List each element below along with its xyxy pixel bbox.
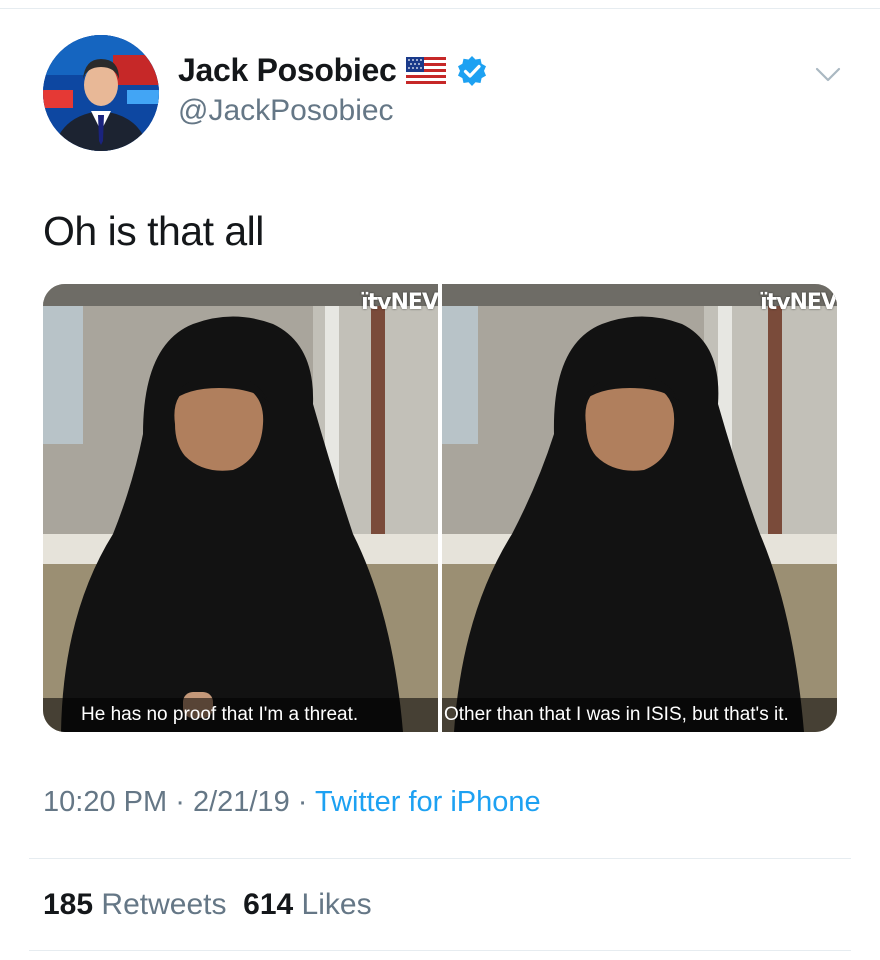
- retweets-stat[interactable]: 185 Retweets: [43, 888, 226, 921]
- top-divider: [0, 8, 880, 9]
- likes-label: Likes: [301, 888, 372, 921]
- divider: [29, 950, 851, 951]
- author-avatar[interactable]: [43, 35, 159, 151]
- video-still-2: [442, 284, 837, 732]
- media-watermark-1: ïtvNEV: [361, 290, 438, 315]
- likes-count: 614: [243, 888, 294, 921]
- media-image-1[interactable]: ïtvNEV He has no proof that I'm a threat…: [43, 284, 438, 732]
- media-image-2[interactable]: ïtvNEV Other than that I was in ISIS, bu…: [442, 284, 837, 732]
- tweet-date[interactable]: 2/21/19: [193, 786, 290, 818]
- retweets-count: 185: [43, 888, 94, 921]
- meta-separator-1: ·: [175, 786, 185, 818]
- verified-badge-icon: [458, 55, 487, 86]
- retweets-label: Retweets: [101, 888, 227, 921]
- author-name-row: Jack Posobiec: [178, 52, 488, 89]
- author-handle[interactable]: @JackPosobiec: [178, 94, 394, 128]
- tweet-text: Oh is that all: [43, 208, 264, 254]
- tweet-time[interactable]: 10:20 PM: [43, 786, 167, 818]
- tweet-stats: 185 Retweets 614 Likes: [43, 888, 372, 922]
- media-caption-1: He has no proof that I'm a threat.: [81, 704, 359, 725]
- meta-separator-2: ·: [297, 786, 308, 818]
- divider: [29, 858, 851, 859]
- video-still-1: [43, 284, 438, 732]
- tweet-meta: 10:20 PM · 2/21/19 · Twitter for iPhone: [43, 786, 541, 819]
- author-display-name[interactable]: Jack Posobiec: [178, 52, 397, 89]
- likes-stat[interactable]: 614 Likes: [243, 888, 371, 921]
- tweet-source-link[interactable]: Twitter for iPhone: [315, 786, 541, 818]
- media-caption-2: Other than that I was in ISIS, but that'…: [444, 704, 789, 725]
- us-flag-icon: [406, 57, 447, 84]
- chevron-down-icon[interactable]: [812, 60, 844, 88]
- media-watermark-2: ïtvNEV: [760, 290, 837, 315]
- tweet-media: ïtvNEV He has no proof that I'm a threat…: [43, 284, 837, 732]
